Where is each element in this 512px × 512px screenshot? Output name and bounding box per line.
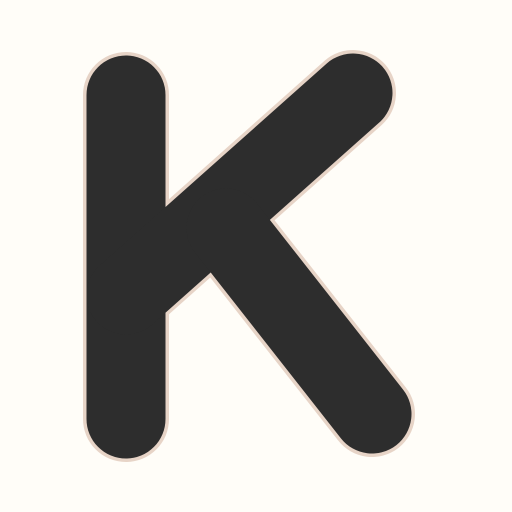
letter-k-graphic: K — [83, 50, 415, 462]
letter-k — [83, 50, 415, 462]
letter-canvas: K — [0, 0, 512, 512]
